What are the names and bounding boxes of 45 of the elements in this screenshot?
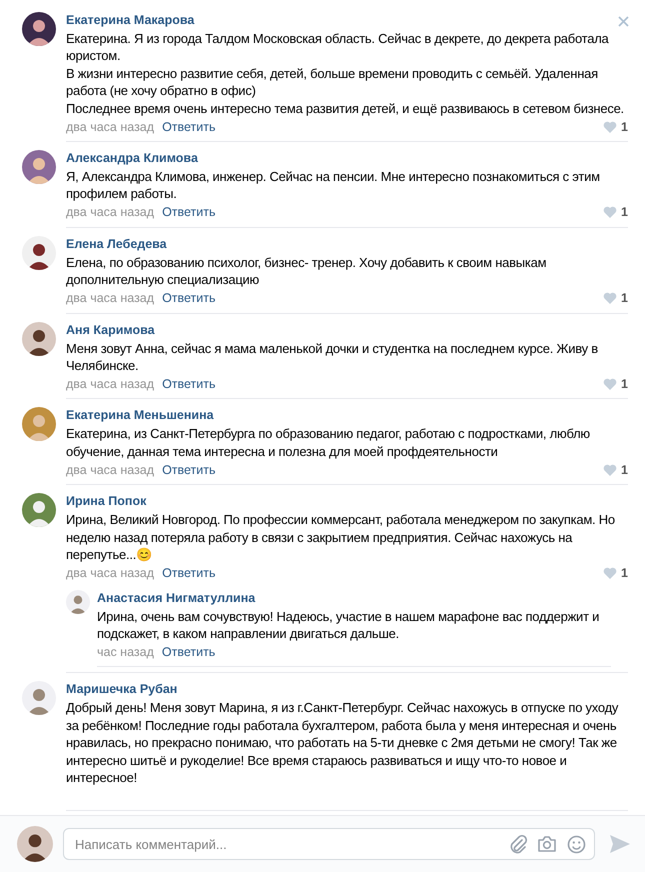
author-name[interactable]: Екатерина Макарова bbox=[66, 12, 194, 29]
comment-text: Добрый день! Меня зовут Марина, я из г.Санкт-Петербург. Сейчас нахожусь в отпуске по уходу за ребёнком! Последние годы работала бухгалтером, работа была у меня интересная и очень нравилась, но прекрасно понимаю, что работать на 5-ти дневке с 2мя детьми не смогу! Так же интересно шитьё и рукоделие! Все время стараюсь развиваться и ищу что-то новое и интересное! bbox=[66, 699, 620, 786]
author-name[interactable]: Анастасия Нигматуллина bbox=[97, 590, 256, 606]
paperclip-icon[interactable] bbox=[509, 834, 527, 854]
comment-text: Ирина, очень вам сочувствую! Надеюсь, участие в нашем марафоне вас поддержит и подскажет, в каком направлении двигаться дальше. bbox=[97, 608, 600, 642]
author-name[interactable]: Ирина Попок bbox=[66, 493, 146, 510]
reply-link[interactable]: Ответить bbox=[162, 291, 216, 306]
comment-text: Меня зовут Анна, сейчас я мама маленькой дочки и студентка на последнем курсе. Живу в Челябинске. bbox=[66, 340, 599, 374]
avatar[interactable] bbox=[17, 826, 53, 862]
camera-icon[interactable] bbox=[537, 835, 557, 853]
like-count: 1 bbox=[621, 566, 628, 580]
author-name[interactable]: Аня Каримова bbox=[66, 322, 155, 339]
comment-text: Я, Александра Климова, инженер. Сейчас на пенсии. Мне интересно познакомиться с этим профилем работы. bbox=[66, 168, 601, 203]
avatar[interactable] bbox=[22, 236, 56, 270]
author-name[interactable]: Екатерина Меньшенина bbox=[66, 407, 214, 424]
reply-link[interactable]: Ответить bbox=[162, 462, 216, 477]
close-icon[interactable] bbox=[618, 16, 629, 27]
heart-icon[interactable] bbox=[603, 464, 618, 476]
avatar[interactable] bbox=[22, 12, 56, 46]
heart-icon[interactable] bbox=[603, 292, 618, 304]
reply-link[interactable]: Ответить bbox=[162, 376, 216, 391]
author-name[interactable]: Маришечка Рубан bbox=[66, 681, 178, 698]
avatar[interactable] bbox=[22, 322, 56, 356]
comment-text: Ирина, Великий Новгород. По профессии коммерсант, работала менеджером по закупкам. Но неделю назад потеряла работу в связи с закрытием предприятия. Сейчас нахожусь на перепутье...😊 bbox=[66, 511, 616, 564]
smile-icon[interactable] bbox=[567, 834, 586, 854]
comment-text: Екатерина, из Санкт-Петербурга по образованию педагог, работаю с подростками, люблю обучение, данная тема интересна и полезна для моей профдеятельности bbox=[66, 425, 591, 460]
heart-icon[interactable] bbox=[603, 378, 618, 390]
author-name[interactable]: Елена Лебедева bbox=[66, 236, 167, 253]
like-count: 1 bbox=[621, 205, 628, 220]
reply-link[interactable]: Ответить bbox=[162, 120, 216, 134]
like-count: 1 bbox=[621, 291, 628, 306]
reply-link[interactable]: Ответить bbox=[162, 644, 216, 659]
heart-icon[interactable] bbox=[603, 120, 618, 133]
like-count: 1 bbox=[621, 120, 628, 134]
like-count: 1 bbox=[621, 462, 628, 477]
reply-link[interactable]: Ответить bbox=[162, 566, 216, 580]
heart-icon[interactable] bbox=[603, 206, 618, 218]
comment-text: Екатерина. Я из города Талдом Московская область. Сейчас в декрете, до декрета работала юристом. В жизни интересно развитие себя, детей, больше времени проводить с семьёй. Удаленная работа (не хочу обратно в офис) Последнее время очень интересно тема развития детей, и ещё развиваюсь в сетевом бизнесе. bbox=[66, 30, 625, 118]
comment-field[interactable]: Написать комментарий... bbox=[63, 828, 595, 860]
heart-icon[interactable] bbox=[603, 567, 618, 579]
send-icon[interactable] bbox=[609, 834, 631, 854]
like-count: 1 bbox=[621, 376, 628, 391]
comment-text: Елена, по образованию психолог, бизнес- тренер. Хочу добавить к своим навыкам дополнительную специализацию bbox=[66, 254, 548, 289]
reply-link[interactable]: Ответить bbox=[162, 205, 216, 220]
author-name[interactable]: Александра Климова bbox=[66, 150, 198, 168]
